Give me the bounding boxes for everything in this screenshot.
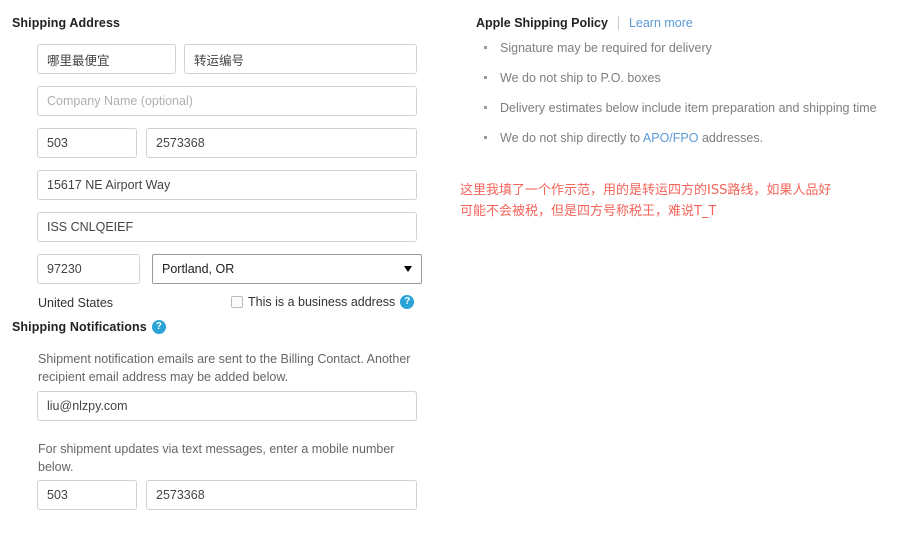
first-name-input[interactable] bbox=[37, 44, 176, 74]
annotation-line-1: 这里我填了一个作示范，用的是转运四方的ISS路线，如果人品好 bbox=[460, 183, 832, 198]
help-icon-shipping-notifications[interactable]: ? bbox=[151, 320, 166, 334]
apo-fpo-link[interactable]: APO/FPO bbox=[643, 131, 699, 145]
business-address-checkbox[interactable] bbox=[231, 296, 243, 308]
zip-code-input[interactable] bbox=[37, 254, 140, 284]
help-icon-business-address[interactable]: ? bbox=[400, 295, 415, 309]
policy-header-row: Apple Shipping Policy Learn more bbox=[476, 16, 693, 30]
annotation-note: 这里我填了一个作示范，用的是转运四方的ISS路线，如果人品好 可能不会被税，但是… bbox=[460, 180, 922, 222]
phone-number-input[interactable] bbox=[146, 128, 417, 158]
list-item: We do not ship to P.O. boxes bbox=[478, 70, 908, 86]
company-name-input[interactable] bbox=[37, 86, 417, 116]
list-item: Signature may be required for delivery bbox=[478, 40, 908, 56]
annotation-line-2: 可能不会被税，但是四方号称税王，难说T_T bbox=[460, 204, 717, 219]
phone-area-code-input[interactable] bbox=[37, 128, 137, 158]
shipping-address-column: Shipping Address Portland, OR United Sta… bbox=[0, 0, 460, 540]
shipping-notifications-heading: Shipping Notifications ? bbox=[12, 320, 166, 334]
business-address-label: This is a business address bbox=[248, 295, 396, 309]
sms-number-input[interactable] bbox=[146, 480, 417, 510]
chevron-down-icon bbox=[404, 266, 412, 272]
policy-item-text: We do not ship to P.O. boxes bbox=[500, 71, 661, 85]
policy-list: Signature may be required for delivery W… bbox=[478, 40, 908, 160]
list-item: We do not ship directly to APO/FPO addre… bbox=[478, 130, 908, 146]
sms-helper-text: For shipment updates via text messages, … bbox=[38, 442, 395, 474]
policy-divider bbox=[617, 16, 619, 30]
policy-item-text: Signature may be required for delivery bbox=[500, 41, 712, 55]
shipping-policy-column: Apple Shipping Policy Learn more Signatu… bbox=[460, 0, 922, 540]
country-label: United States bbox=[38, 296, 114, 310]
shipping-address-heading: Shipping Address bbox=[12, 16, 121, 30]
policy-item-text: Delivery estimates below include item pr… bbox=[500, 101, 877, 115]
notification-email-input[interactable] bbox=[37, 391, 417, 421]
list-item: Delivery estimates below include item pr… bbox=[478, 100, 908, 116]
email-helper-text: Shipment notification emails are sent to… bbox=[38, 352, 411, 384]
street-address-line2-input[interactable] bbox=[37, 212, 417, 242]
sms-area-code-input[interactable] bbox=[37, 480, 137, 510]
city-state-selected-value: Portland, OR bbox=[162, 262, 235, 276]
policy-item-text: We do not ship directly to bbox=[500, 131, 643, 145]
city-state-select[interactable]: Portland, OR bbox=[152, 254, 422, 284]
street-address-line1-input[interactable] bbox=[37, 170, 417, 200]
policy-title: Apple Shipping Policy bbox=[476, 16, 608, 30]
shipping-notifications-title: Shipping Notifications bbox=[12, 320, 147, 334]
last-name-input[interactable] bbox=[184, 44, 417, 74]
business-address-row: This is a business address ? bbox=[231, 295, 415, 309]
learn-more-link[interactable]: Learn more bbox=[629, 16, 693, 30]
policy-item-text-suffix: addresses. bbox=[698, 131, 764, 145]
